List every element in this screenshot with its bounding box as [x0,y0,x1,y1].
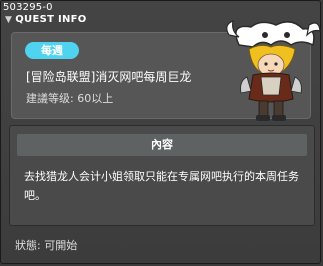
npc-portrait-icon [226,20,321,121]
quest-frequency-badge: 每週 [25,42,79,59]
quest-name: [冒险岛联盟]消灭网吧每周巨龙 [26,70,192,84]
quest-info-window: 503295-0 ▼ QUEST INFO 每週 [冒险岛联盟]消灭网吧每周巨龙 … [0,0,321,264]
content-description: 去找猎龙人会计小姐领取只能在专属网吧执行的本周任务吧。 [24,170,299,202]
content-header: 內容 [17,134,307,156]
window-title: ▼ QUEST INFO [5,14,87,25]
quest-content-panel: 內容 去找猎龙人会计小姐领取只能在专属网吧执行的本周任务吧。 [9,125,315,226]
window-title-label: QUEST INFO [15,14,87,25]
title-chevron-icon: ▼ [5,15,13,25]
quest-status: 狀態: 可開始 [15,239,78,252]
quest-recommended-level: 建議等级: 60以上 [26,92,114,105]
quest-id: 503295-0 [3,2,53,13]
